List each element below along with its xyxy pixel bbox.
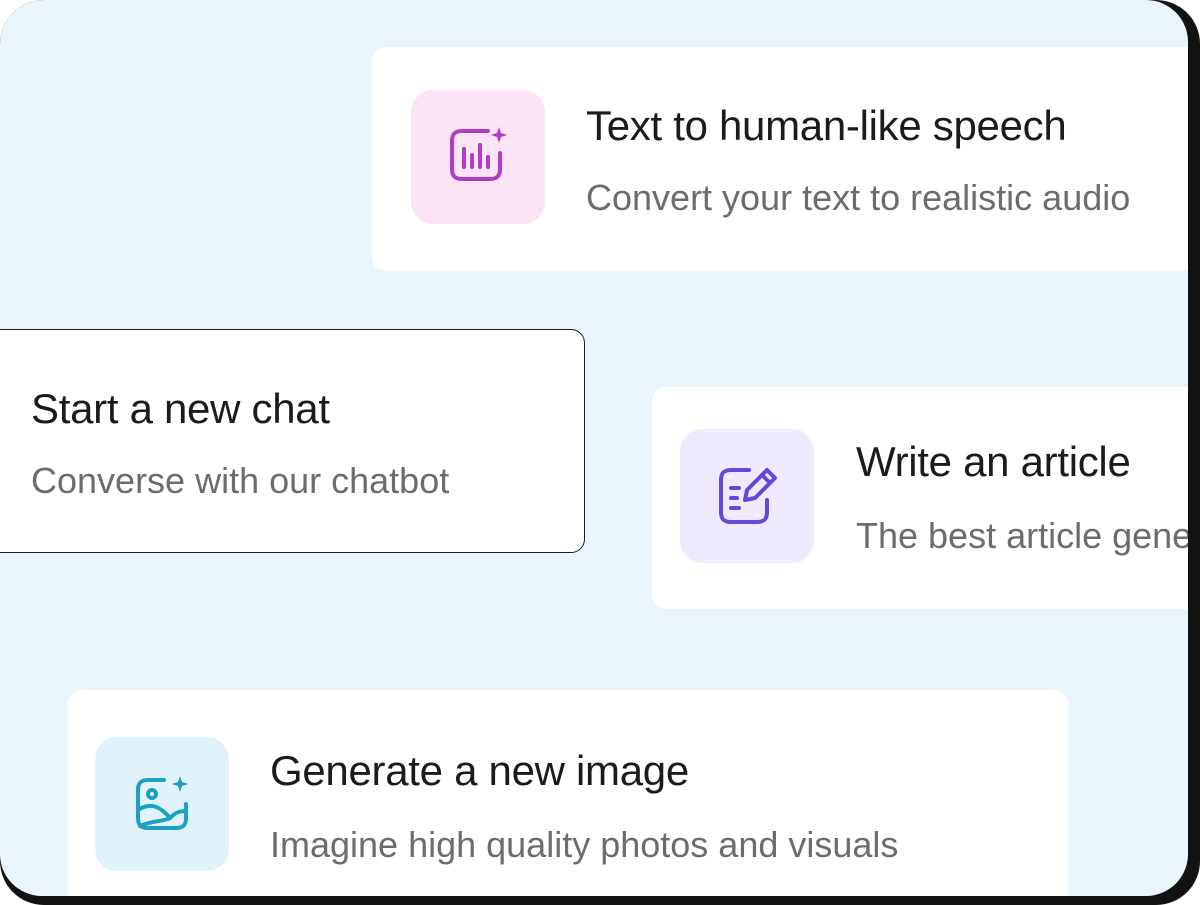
card-description: Convert your text to realistic audio — [586, 177, 1131, 218]
image-sparkle-icon — [136, 776, 188, 830]
card-description: Imagine high quality photos and visuals — [270, 824, 899, 865]
card-title: Start a new chat — [31, 385, 330, 432]
write-article-card[interactable]: Write an article The best article genera… — [652, 387, 1188, 609]
card-description: The best article generator — [856, 515, 1188, 556]
text-to-speech-card[interactable]: Text to human-like speech Convert your t… — [372, 47, 1188, 271]
start-new-chat-card[interactable]: Start a new chat Converse with our chatb… — [0, 329, 585, 553]
card-title: Write an article — [856, 438, 1131, 485]
card-title: Generate a new image — [270, 747, 689, 794]
card-title: Text to human-like speech — [586, 102, 1067, 149]
device-frame: Text to human-like speech Convert your t… — [0, 0, 1200, 905]
audio-wave-sparkle-icon — [450, 127, 507, 181]
card-description: Converse with our chatbot — [31, 460, 450, 501]
feature-canvas: Text to human-like speech Convert your t… — [0, 0, 1188, 896]
generate-image-card[interactable]: Generate a new image Imagine high qualit… — [68, 690, 1068, 896]
image-icon-tile — [95, 737, 229, 871]
edit-document-icon — [719, 468, 777, 524]
article-icon-tile — [680, 429, 814, 563]
speech-icon-tile — [411, 90, 545, 224]
